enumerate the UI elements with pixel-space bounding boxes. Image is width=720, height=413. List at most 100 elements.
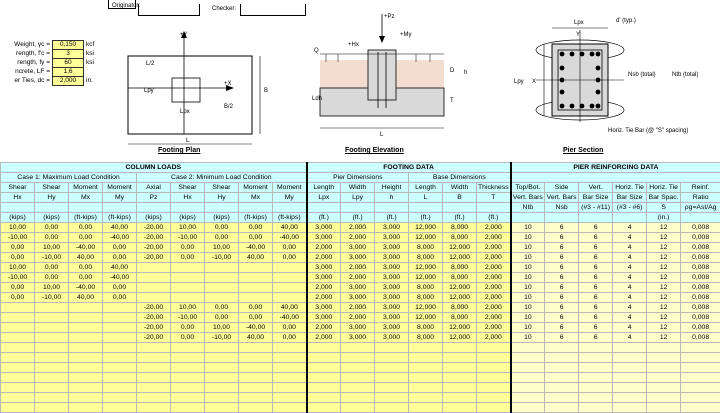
table-cell[interactable]: 6 bbox=[579, 313, 613, 323]
table-cell[interactable] bbox=[375, 373, 409, 383]
table-cell[interactable]: 2,000 bbox=[341, 273, 375, 283]
table-cell[interactable]: 2,000 bbox=[477, 253, 511, 263]
table-cell[interactable] bbox=[239, 273, 273, 283]
table-cell[interactable]: 6 bbox=[545, 223, 579, 233]
table-cell[interactable] bbox=[273, 353, 307, 363]
originator-field[interactable] bbox=[138, 4, 200, 16]
table-cell[interactable]: 3,000 bbox=[375, 293, 409, 303]
table-cell[interactable] bbox=[647, 403, 681, 413]
table-cell[interactable] bbox=[69, 403, 103, 413]
table-cell[interactable] bbox=[477, 343, 511, 353]
table-cell[interactable]: 6 bbox=[579, 323, 613, 333]
table-cell[interactable] bbox=[205, 283, 239, 293]
table-cell[interactable]: 3,000 bbox=[375, 323, 409, 333]
table-cell[interactable] bbox=[205, 383, 239, 393]
table-cell[interactable] bbox=[341, 393, 375, 403]
table-cell[interactable]: 12,000 bbox=[409, 313, 443, 323]
table-cell[interactable] bbox=[647, 343, 681, 353]
table-cell[interactable]: 2,000 bbox=[341, 303, 375, 313]
table-cell[interactable] bbox=[375, 393, 409, 403]
table-cell[interactable] bbox=[477, 363, 511, 373]
table-cell[interactable]: 12,000 bbox=[409, 233, 443, 243]
table-cell[interactable]: 40,00 bbox=[69, 253, 103, 263]
table-cell[interactable] bbox=[681, 373, 720, 383]
table-cell[interactable]: 10 bbox=[511, 233, 545, 243]
table-cell[interactable] bbox=[171, 293, 205, 303]
table-cell[interactable]: 0,008 bbox=[681, 273, 720, 283]
table-cell[interactable] bbox=[137, 363, 171, 373]
table-cell[interactable] bbox=[171, 343, 205, 353]
table-cell[interactable]: -10,00 bbox=[171, 313, 205, 323]
table-cell[interactable] bbox=[103, 333, 137, 343]
table-cell[interactable] bbox=[613, 383, 647, 393]
table-cell[interactable]: 12 bbox=[647, 243, 681, 253]
table-cell[interactable]: 0,00 bbox=[171, 323, 205, 333]
table-cell[interactable]: 4 bbox=[613, 283, 647, 293]
table-cell[interactable]: -20,00 bbox=[137, 223, 171, 233]
table-cell[interactable] bbox=[341, 353, 375, 363]
table-cell[interactable] bbox=[545, 403, 579, 413]
table-cell[interactable] bbox=[137, 353, 171, 363]
table-cell[interactable] bbox=[613, 363, 647, 373]
table-cell[interactable] bbox=[579, 403, 613, 413]
table-cell[interactable] bbox=[511, 393, 545, 403]
table-cell[interactable] bbox=[239, 283, 273, 293]
table-cell[interactable]: 2,000 bbox=[477, 313, 511, 323]
table-cell[interactable] bbox=[681, 363, 720, 373]
table-cell[interactable]: 0,008 bbox=[681, 333, 720, 343]
table-cell[interactable] bbox=[171, 403, 205, 413]
table-cell[interactable]: 0,00 bbox=[1, 253, 35, 263]
table-cell[interactable]: 2,000 bbox=[477, 323, 511, 333]
table-cell[interactable] bbox=[511, 383, 545, 393]
table-cell[interactable]: 2,000 bbox=[307, 333, 341, 343]
table-cell[interactable]: 8,000 bbox=[443, 313, 477, 323]
table-cell[interactable] bbox=[239, 403, 273, 413]
table-cell[interactable] bbox=[35, 373, 69, 383]
table-cell[interactable] bbox=[103, 353, 137, 363]
table-cell[interactable]: 3,000 bbox=[375, 313, 409, 323]
table-cell[interactable] bbox=[239, 263, 273, 273]
table-cell[interactable] bbox=[375, 353, 409, 363]
table-cell[interactable] bbox=[647, 363, 681, 373]
table-cell[interactable] bbox=[171, 393, 205, 403]
table-cell[interactable] bbox=[103, 363, 137, 373]
table-cell[interactable]: -10,00 bbox=[205, 333, 239, 343]
table-cell[interactable]: 10,00 bbox=[171, 303, 205, 313]
table-cell[interactable] bbox=[681, 353, 720, 363]
table-cell[interactable]: 6 bbox=[579, 233, 613, 243]
table-cell[interactable] bbox=[239, 353, 273, 363]
table-cell[interactable]: 6 bbox=[579, 283, 613, 293]
table-cell[interactable] bbox=[35, 303, 69, 313]
table-cell[interactable]: 0,00 bbox=[35, 223, 69, 233]
table-cell[interactable]: 8,000 bbox=[409, 283, 443, 293]
table-cell[interactable] bbox=[69, 393, 103, 403]
table-cell[interactable] bbox=[69, 363, 103, 373]
table-cell[interactable]: 12,000 bbox=[443, 323, 477, 333]
table-cell[interactable]: 0,00 bbox=[205, 303, 239, 313]
table-cell[interactable]: 10 bbox=[511, 273, 545, 283]
table-cell[interactable]: 4 bbox=[613, 273, 647, 283]
table-cell[interactable]: 3,000 bbox=[341, 293, 375, 303]
table-cell[interactable] bbox=[205, 403, 239, 413]
table-cell[interactable]: 12,000 bbox=[409, 263, 443, 273]
table-cell[interactable] bbox=[579, 343, 613, 353]
table-cell[interactable]: 4 bbox=[613, 313, 647, 323]
table-cell[interactable]: 0,00 bbox=[239, 233, 273, 243]
table-cell[interactable]: 0,00 bbox=[273, 323, 307, 333]
table-cell[interactable] bbox=[103, 313, 137, 323]
table-cell[interactable]: -10,00 bbox=[35, 293, 69, 303]
table-cell[interactable]: 6 bbox=[545, 253, 579, 263]
table-cell[interactable]: 0,00 bbox=[273, 253, 307, 263]
table-cell[interactable]: 4 bbox=[613, 233, 647, 243]
table-cell[interactable]: 8,000 bbox=[409, 253, 443, 263]
table-cell[interactable]: 4 bbox=[613, 303, 647, 313]
table-cell[interactable]: 0,00 bbox=[273, 243, 307, 253]
table-cell[interactable] bbox=[477, 393, 511, 403]
table-cell[interactable] bbox=[35, 333, 69, 343]
table-cell[interactable] bbox=[273, 263, 307, 273]
table-cell[interactable] bbox=[307, 373, 341, 383]
table-cell[interactable] bbox=[69, 313, 103, 323]
table-cell[interactable]: 0,00 bbox=[205, 223, 239, 233]
table-cell[interactable] bbox=[103, 383, 137, 393]
table-cell[interactable]: 0,00 bbox=[205, 313, 239, 323]
